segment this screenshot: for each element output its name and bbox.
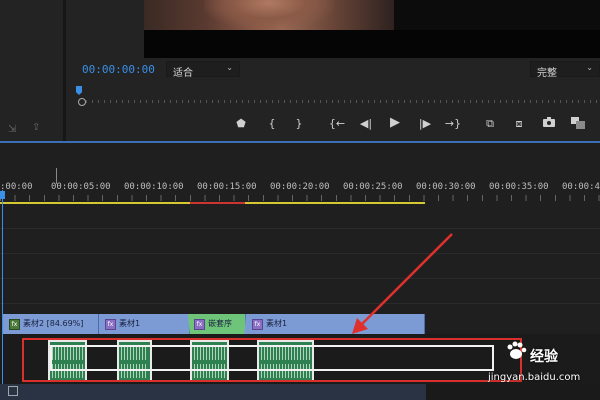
chevron-down-icon: ⌄ bbox=[226, 63, 233, 72]
watermark-url: jingyan.baidu.com bbox=[488, 372, 581, 383]
ruler-label: 00:00:05:00 bbox=[51, 182, 111, 192]
watermark-brand: 经验 bbox=[530, 349, 558, 365]
clip-label: 嵌套序 bbox=[208, 319, 232, 328]
scrollbar-track bbox=[426, 384, 600, 400]
playback-resolution-label: 完整 bbox=[537, 68, 557, 79]
playhead-handle-icon[interactable] bbox=[0, 191, 5, 199]
export-frame-button[interactable] bbox=[540, 117, 558, 131]
clip-item[interactable]: fx 素材2 [84.69%] bbox=[3, 314, 99, 334]
list-view-icon[interactable]: ⇲ bbox=[8, 124, 16, 135]
nested-sequence-clip[interactable]: fx 嵌套序 bbox=[188, 314, 246, 334]
clip-item[interactable]: fx 素材1 bbox=[99, 314, 190, 334]
mark-in-button[interactable]: { bbox=[263, 117, 281, 131]
play-button[interactable]: ▶ bbox=[386, 116, 404, 130]
monitor-scrub-bar[interactable] bbox=[86, 100, 600, 103]
zoom-fit-label: 适合 bbox=[173, 68, 193, 79]
lift-button[interactable]: ⧉ bbox=[481, 117, 499, 131]
clip-label: 素材1 bbox=[266, 319, 288, 328]
mark-out-button[interactable]: } bbox=[290, 117, 308, 131]
baidu-paw-icon bbox=[507, 341, 527, 359]
compare-icon bbox=[571, 117, 585, 129]
fx-badge-icon: fx bbox=[194, 319, 205, 330]
time-ruler[interactable]: :00:00 00:00:05:00 00:00:10:00 00:00:15:… bbox=[0, 165, 600, 203]
ruler-label: 00:00:40:0 bbox=[562, 182, 600, 192]
extract-button[interactable]: ⧈ bbox=[510, 117, 528, 131]
camera-icon bbox=[543, 117, 555, 127]
zoom-toggle-icon[interactable] bbox=[8, 386, 18, 396]
video-subject bbox=[204, 0, 334, 30]
fx-badge-icon: fx bbox=[9, 319, 20, 330]
fx-badge-icon: fx bbox=[105, 319, 116, 330]
go-to-in-button[interactable]: {← bbox=[328, 117, 346, 131]
video-preview bbox=[144, 0, 600, 58]
annotation-highlight-box bbox=[22, 338, 522, 382]
current-timecode[interactable]: 00:00:00:00 bbox=[82, 63, 155, 76]
letterbox-bar bbox=[144, 30, 600, 58]
project-panel: ⇲ ⇪ bbox=[0, 0, 63, 141]
clip-label: 素材1 bbox=[119, 319, 141, 328]
empty-tracks bbox=[0, 204, 600, 314]
fx-badge-icon: fx bbox=[252, 319, 263, 330]
ruler-label: 00:00:15:00 bbox=[197, 182, 257, 192]
clip-label: 素材2 [84.69%] bbox=[23, 319, 84, 328]
zoom-fit-dropdown[interactable]: 适合 ⌄ bbox=[166, 61, 240, 79]
ruler-label: 00:00:30:00 bbox=[416, 182, 476, 192]
ruler-label: 00:00:20:00 bbox=[270, 182, 330, 192]
ruler-ticks bbox=[0, 195, 600, 201]
ruler-label: 00:00:35:00 bbox=[489, 182, 549, 192]
step-forward-button[interactable]: |▶ bbox=[416, 117, 434, 131]
share-icon[interactable]: ⇪ bbox=[32, 122, 40, 133]
ruler-label: 00:00:25:00 bbox=[343, 182, 403, 192]
clip-item[interactable]: fx 素材1 bbox=[246, 314, 425, 334]
step-back-button[interactable]: ◀| bbox=[357, 117, 375, 131]
scrub-handle[interactable] bbox=[78, 98, 86, 106]
chevron-down-icon: ⌄ bbox=[586, 63, 593, 72]
compare-view-button[interactable] bbox=[569, 117, 587, 131]
ruler-cursor bbox=[56, 168, 57, 184]
timeline-playhead[interactable] bbox=[2, 190, 3, 390]
ruler-label: 00:00:10:00 bbox=[124, 182, 184, 192]
playback-resolution-dropdown[interactable]: 完整 ⌄ bbox=[530, 61, 600, 79]
add-marker-button[interactable]: ⬟ bbox=[232, 117, 250, 131]
go-to-out-button[interactable]: →} bbox=[444, 117, 462, 131]
